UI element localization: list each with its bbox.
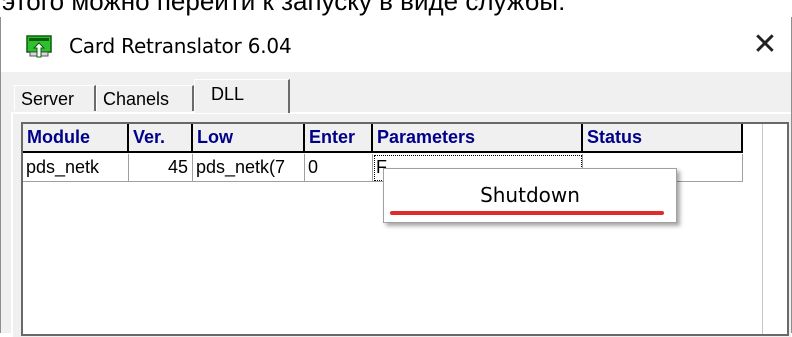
tab-chanels[interactable]: Chanels	[96, 85, 194, 111]
terminal-arrow-icon	[26, 35, 52, 58]
column-header-status[interactable]: Status	[583, 124, 743, 153]
cell-ver[interactable]: 45	[129, 154, 193, 182]
cell-module[interactable]: pds_netk	[23, 154, 129, 182]
page-caption-text: этого можно перейти к запуску в виде слу…	[2, 0, 566, 16]
tab-server[interactable]: Server	[14, 85, 96, 111]
grid-body: Module Ver. Low Enter Parameters Status …	[23, 124, 763, 334]
title-bar[interactable]: Card Retranslator 6.04 ✕	[1, 17, 791, 72]
menu-item-shutdown[interactable]: Shutdown	[384, 175, 676, 215]
column-header-enter[interactable]: Enter	[305, 124, 373, 153]
highlight-underline	[390, 211, 664, 215]
column-header-parameters[interactable]: Parameters	[373, 124, 583, 153]
window-title: Card Retranslator 6.04	[69, 34, 292, 58]
close-icon[interactable]: ✕	[747, 27, 783, 63]
column-header-module[interactable]: Module	[23, 124, 129, 153]
grid-header-row: Module Ver. Low Enter Parameters Status	[23, 124, 763, 154]
cell-enter[interactable]: 0	[305, 154, 373, 182]
dll-grid[interactable]: Module Ver. Low Enter Parameters Status …	[21, 122, 789, 336]
cell-low[interactable]: pds_netk(7	[193, 154, 305, 182]
dll-tab-panel: Module Ver. Low Enter Parameters Status …	[11, 112, 791, 337]
tab-dll[interactable]: DLL	[194, 79, 290, 113]
column-header-low[interactable]: Low	[193, 124, 305, 153]
column-header-ver[interactable]: Ver.	[129, 124, 193, 153]
